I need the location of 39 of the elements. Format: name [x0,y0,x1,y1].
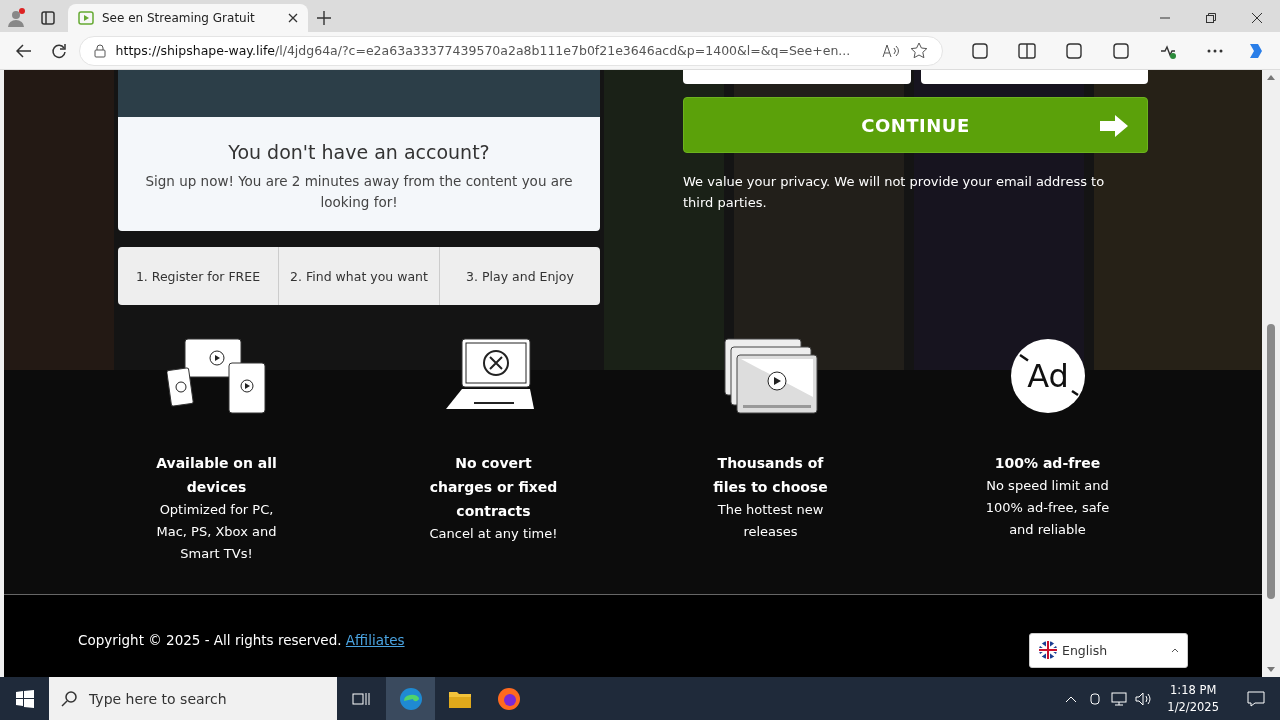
edge-icon[interactable] [386,677,435,720]
taskbar-clock[interactable]: 1:18 PM 1/2/2025 [1167,681,1219,716]
close-icon[interactable] [288,13,298,23]
step-label: 1. Register for FREE [134,267,262,286]
feature-title: 100% ad-free [993,454,1102,473]
arrow-right-icon [1099,114,1129,138]
browser-tab[interactable]: See en Streaming Gratuit [68,4,308,32]
feature-title: Thousands of files to choose [712,454,829,497]
feature-text: Cancel at any time! [428,525,559,543]
caret-icon [1171,647,1179,653]
taskbar-search[interactable]: Type here to search [49,677,337,720]
signup-text: Sign up now! You are 2 minutes away from the content you are looking for! [144,172,574,212]
search-icon [61,690,77,707]
copyright-text: Copyright © 2025 - All rights reserved. Affiliates [78,632,405,648]
feature-title: Available on all devices [155,454,278,497]
step-label: 3. Play and Enjoy [439,247,600,305]
lock-icon [93,43,106,58]
flag-icon [1038,640,1058,660]
scroll-up-icon[interactable] [1267,74,1275,80]
signup-title: You don't have an account? [228,141,490,163]
tab-title: See en Streaming Gratuit [102,11,256,25]
input-field[interactable] [920,70,1148,84]
scroll-down-icon[interactable] [1267,667,1275,673]
language-select[interactable]: English [1029,632,1188,668]
feature-text: No speed limit and 100% ad-free, safe and reliable [984,477,1111,539]
affiliates-link[interactable]: Affiliates [345,632,405,648]
feature-text: Optimized for PC, Mac, PS, Xbox and Smart TVs! [155,501,278,563]
privacy-text: We value your privacy. We will not provide your email address to third parties. [683,173,1106,212]
video-icon [78,11,94,25]
url-text: https://shipshape-way.life/l/4jdg64a/?c=e2a63a33377439570a2a8b111e7b0f21e3646acd&p=1400&l=&q=See+en... [115,43,852,58]
address-bar[interactable]: https://shipshape-way.life/l/4jdg64a/?c=e2a63a33377439570a2a8b111e7b0f21e3646acd&p=1400&l=&q=See+en... [78,35,943,66]
feature-title: No covert charges or fixed contracts [428,454,559,521]
read-aloud-icon[interactable] [881,43,900,58]
devices-icon [166,337,267,415]
step-label: 2. Find what you want [278,247,439,305]
star-icon[interactable] [909,41,928,60]
feature-text: The hottest new releases [716,501,825,541]
input-field[interactable] [683,70,911,84]
scroll-thumb[interactable] [1267,324,1275,599]
